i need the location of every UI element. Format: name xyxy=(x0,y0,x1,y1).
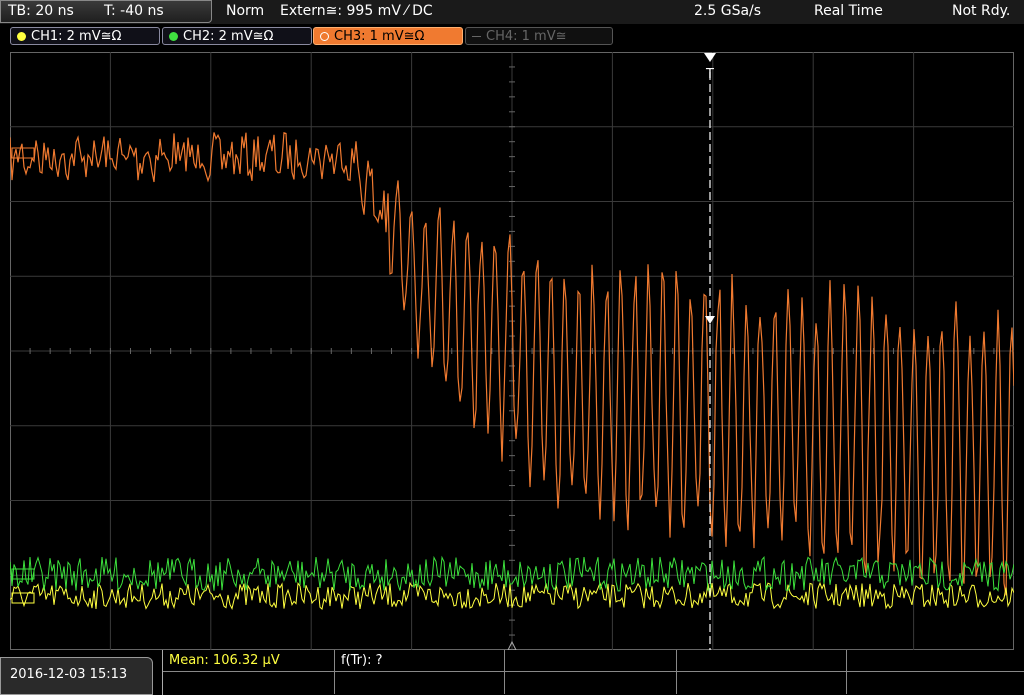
trigger-time-readout[interactable]: T: -40 ns xyxy=(104,3,164,19)
channel-1-tab[interactable]: CH1: 2 mV≅Ω xyxy=(10,27,160,45)
waveform-display[interactable]: T xyxy=(10,52,1014,650)
measurement-cell[interactable] xyxy=(505,672,677,694)
trigger-label: T xyxy=(705,67,714,82)
status-bar: TB: 20 ns T: -40 ns Norm Extern≅: 995 mV… xyxy=(0,0,1024,24)
timebase-readout[interactable]: TB: 20 ns xyxy=(8,3,74,19)
sample-rate-readout: 2.5 GSa/s xyxy=(694,3,762,19)
trigger-source-readout[interactable]: Extern≅: 995 mV ⁄ DC xyxy=(280,3,433,19)
channel-4-off-icon xyxy=(472,36,481,37)
channel-1-label: CH1: 2 mV≅Ω xyxy=(31,29,122,44)
channel-1-dot-icon xyxy=(17,32,26,41)
rise-frequency-measurement: f(Tr): ? xyxy=(341,653,383,668)
date-time: 2016-12-03 15:13 xyxy=(10,667,128,682)
channel-4-label: CH4: 1 mV≅ xyxy=(486,29,567,44)
channel-4-tab[interactable]: CH4: 1 mV≅ xyxy=(465,27,613,45)
channel-3-tab[interactable]: CH3: 1 mV≅Ω xyxy=(313,27,463,45)
channel-bar: CH1: 2 mV≅Ω CH2: 2 mV≅Ω CH3: 1 mV≅Ω CH4:… xyxy=(0,25,1024,47)
mean-measurement: Mean: 106.32 µV xyxy=(169,653,280,668)
acquisition-mode-readout: Real Time xyxy=(814,3,883,19)
measurement-cell[interactable] xyxy=(677,650,847,672)
channel-2-tab[interactable]: CH2: 2 mV≅Ω xyxy=(162,27,312,45)
measurement-cell[interactable] xyxy=(677,672,847,694)
measurement-cell[interactable] xyxy=(847,650,1024,672)
measurement-cell[interactable] xyxy=(335,672,505,694)
channel-2-label: CH2: 2 mV≅Ω xyxy=(183,29,274,44)
measurement-bar: 2016-12-03 15:13 Mean: 106.32 µV f(Tr): … xyxy=(0,650,1024,695)
channel-2-dot-icon xyxy=(169,32,178,41)
channel-3-label: CH3: 1 mV≅Ω xyxy=(334,29,425,44)
measurement-cell[interactable] xyxy=(505,650,677,672)
trigger-mode-readout[interactable]: Norm xyxy=(226,3,264,19)
trigger-position-icon xyxy=(704,53,716,62)
measurement-cell[interactable] xyxy=(163,672,335,694)
status-readout: Not Rdy. xyxy=(952,3,1011,19)
channel-3-dot-icon xyxy=(320,32,329,41)
measurement-table[interactable]: Mean: 106.32 µV f(Tr): ? xyxy=(162,650,1024,695)
